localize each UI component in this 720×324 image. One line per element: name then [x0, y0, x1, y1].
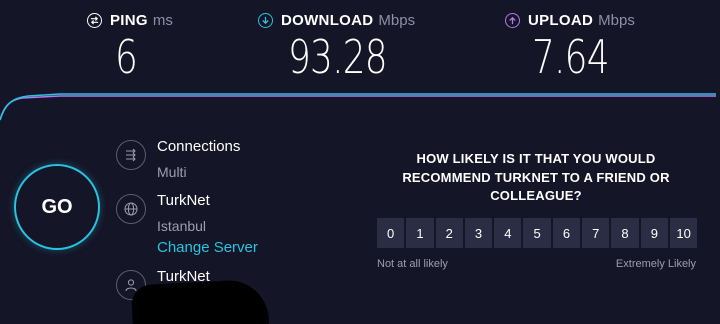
connections-info[interactable]: Connections Multi: [116, 138, 240, 181]
ping-header: PING ms: [87, 10, 173, 30]
rating-option-1[interactable]: 1: [406, 218, 434, 248]
ping-unit: ms: [152, 11, 173, 29]
connections-title: Connections: [157, 138, 241, 155]
connections-icon: [116, 140, 146, 170]
rating-option-0[interactable]: 0: [377, 218, 405, 248]
upload-unit: Mbps: [598, 11, 635, 29]
upload-arrow-icon: [505, 12, 520, 28]
ping-value: 6: [115, 30, 138, 84]
download-unit: Mbps: [378, 11, 416, 29]
ping-label: PING: [110, 11, 148, 29]
rating-option-6[interactable]: 6: [552, 218, 581, 248]
change-server-link[interactable]: Change Server: [157, 239, 258, 257]
upload-graph-line: [0, 95, 716, 121]
globe-icon: [116, 194, 146, 224]
rating-option-3[interactable]: 3: [464, 218, 493, 248]
survey-question: HOW LIKELY IS IT THAT YOU WOULD RECOMMEN…: [402, 151, 670, 203]
server-name: TurkNet: [157, 192, 210, 209]
rating-option-5[interactable]: 5: [523, 218, 551, 248]
rating-option-2[interactable]: 2: [435, 218, 463, 248]
download-value: 93.28: [288, 30, 388, 84]
download-metric: DOWNLOAD Mbps 93.28: [258, 10, 415, 82]
rating-option-8[interactable]: 8: [611, 218, 639, 248]
rating-option-9[interactable]: 9: [640, 218, 668, 248]
server-info: TurkNet Istanbul Change Server: [116, 192, 258, 257]
upload-value: 7.64: [532, 30, 610, 84]
rating-option-10[interactable]: 10: [669, 218, 698, 248]
ping-gauge-icon: [87, 12, 102, 28]
rating-option-4[interactable]: 4: [494, 218, 522, 248]
redacted-ip: [130, 278, 270, 324]
scale-low-label: Not at all likely: [377, 258, 448, 270]
download-arrow-icon: [258, 12, 273, 28]
upload-label: UPLOAD: [528, 11, 594, 29]
rating-scale: 0 1 2 3 4 5 6 7 8 9 10: [377, 218, 698, 248]
download-label: DOWNLOAD: [281, 11, 374, 29]
rating-option-7[interactable]: 7: [582, 218, 610, 248]
go-button[interactable]: GO: [14, 164, 100, 250]
ping-metric: PING ms 6: [87, 10, 173, 82]
scale-high-label: Extremely Likely: [615, 258, 696, 270]
speed-graph: [0, 93, 716, 121]
server-location: Istanbul: [157, 218, 207, 234]
connections-value: Multi: [157, 164, 187, 180]
upload-header: UPLOAD Mbps: [505, 10, 635, 30]
upload-metric: UPLOAD Mbps 7.64: [505, 10, 635, 82]
download-header: DOWNLOAD Mbps: [258, 10, 415, 30]
download-graph-line: [0, 93, 716, 121]
